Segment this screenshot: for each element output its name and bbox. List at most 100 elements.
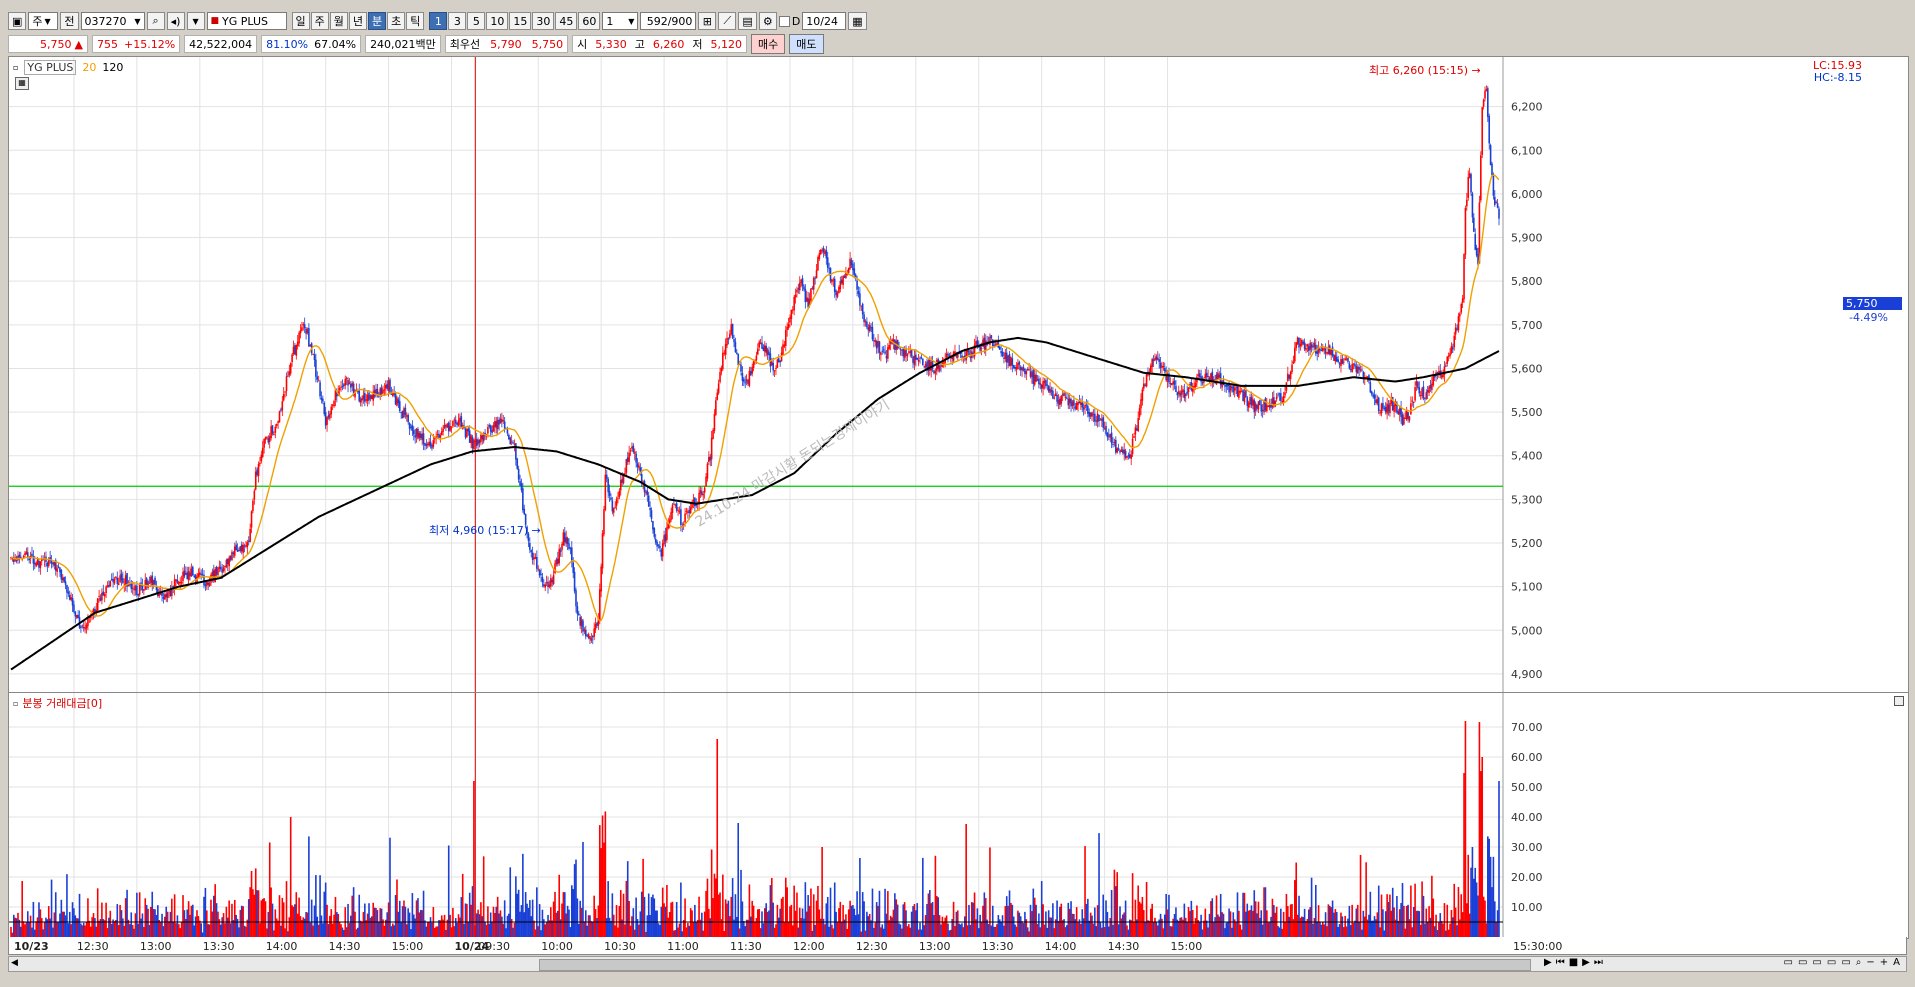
volume-bar	[663, 903, 665, 937]
window-icon[interactable]: ▭	[1827, 957, 1836, 968]
candle-body	[183, 570, 186, 577]
window-icon[interactable]: ▭	[1784, 957, 1793, 968]
interval-tab[interactable]: 30	[532, 12, 555, 30]
rewind-icon[interactable]: ⏮	[1556, 957, 1565, 968]
chevron-down-icon[interactable]: ▼	[186, 12, 205, 30]
interval-tab[interactable]: 5	[467, 12, 486, 30]
volume-bar	[1189, 911, 1191, 937]
interval-tab[interactable]: 45	[555, 12, 578, 30]
code-input[interactable]: 037270 ▼	[80, 12, 145, 30]
volume-bar	[1165, 893, 1167, 937]
fast-forward-icon[interactable]: ⏭	[1594, 957, 1603, 968]
interval-tab[interactable]: 10	[486, 12, 509, 30]
candle-body	[1474, 233, 1477, 250]
candle-body	[1316, 351, 1318, 355]
save-icon[interactable]: ▤	[738, 12, 757, 30]
candle-body	[238, 549, 240, 551]
volume-bar	[1101, 927, 1103, 937]
window-icon[interactable]: ▭	[1841, 957, 1850, 968]
candle-body	[736, 352, 738, 354]
chart-table-icon[interactable]: ▦	[15, 77, 29, 90]
period-tab[interactable]: 틱	[406, 12, 425, 30]
price-chart-panel[interactable]: 6,200 6,100 6,000 5,900 5,800 5,700 5,600 5,500…	[8, 56, 1909, 694]
volume-bar	[450, 927, 453, 937]
volume-bar	[40, 918, 43, 937]
open-label: 시	[577, 38, 588, 51]
grid-icon[interactable]: ⊞	[698, 12, 717, 30]
volume-chart[interactable]: 70.0060.0050.0040.0030.0020.0010.00	[9, 693, 1908, 938]
volume-bar	[640, 891, 643, 937]
interval-tab[interactable]: 15	[509, 12, 532, 30]
volume-bar	[752, 905, 755, 937]
count-select[interactable]: 1 ▼	[602, 12, 639, 30]
gear-icon[interactable]: ⚙	[758, 12, 777, 30]
candle-body	[305, 328, 307, 334]
volume-bar	[1049, 917, 1051, 937]
volume-bar	[706, 878, 709, 937]
sell-button[interactable]: 매도	[789, 34, 824, 54]
line-tool-icon[interactable]: ⟋	[718, 12, 737, 30]
volume-bar	[124, 898, 127, 937]
price-chart[interactable]: 6,2006,1006,0005,9005,8005,7005,6005,500…	[9, 57, 1908, 693]
candle-body	[836, 292, 839, 297]
volume-bar	[180, 921, 183, 937]
period-tab[interactable]: 월	[329, 12, 348, 30]
volume-bar	[198, 920, 201, 937]
window-icon[interactable]: ▭	[1798, 957, 1807, 968]
volume-chart-panel[interactable]: 70.00 60.00 50.00 40.00 30.00 20.00 10.00 ▫ 분봉…	[8, 692, 1909, 939]
zoom-out-icon[interactable]: −	[1866, 957, 1874, 968]
volume-bar	[67, 923, 70, 937]
period-tab[interactable]: 년	[348, 12, 368, 30]
x-tick-label: 15:30:00	[1513, 940, 1562, 953]
candle-body	[654, 538, 657, 543]
scroll-left-icon[interactable]: ◀	[11, 958, 18, 968]
prefix-button[interactable]: 전	[60, 12, 79, 30]
zoom-icon[interactable]: ⌕	[1856, 957, 1862, 968]
stock-name-field[interactable]: ■ YG PLUS	[206, 12, 287, 30]
zoom-in-icon[interactable]: +	[1880, 957, 1888, 968]
window-icon[interactable]: ▭	[1812, 957, 1821, 968]
volume-bar	[719, 892, 721, 937]
candle-body	[415, 428, 418, 437]
calendar-icon[interactable]: ▦	[848, 12, 867, 30]
volume-bar	[1321, 921, 1324, 937]
candle-body	[294, 345, 296, 355]
candle-body	[631, 446, 633, 449]
volume-bar	[825, 903, 828, 937]
scroll-right-icon[interactable]: ▶	[1544, 957, 1552, 968]
buy-button[interactable]: 매수	[751, 34, 786, 54]
layout-icon[interactable]: ▣	[8, 12, 27, 30]
period-tab[interactable]: 주	[310, 12, 329, 30]
period-type-select[interactable]: 주 ▼	[28, 12, 59, 30]
volume-bar	[480, 902, 482, 937]
chevron-down-icon: ▼	[44, 16, 51, 26]
scroll-thumb[interactable]	[539, 959, 1531, 971]
speaker-icon[interactable]: ◂)	[166, 12, 185, 30]
period-tab[interactable]: 일	[291, 12, 310, 30]
volume-bar	[1405, 905, 1408, 937]
period-tab[interactable]: 분	[368, 12, 387, 30]
volume-bar	[256, 890, 258, 937]
candle-body	[333, 400, 335, 407]
stop-icon[interactable]: ■	[1569, 957, 1578, 968]
play-icon[interactable]: ▶	[1582, 957, 1590, 968]
candle-body	[189, 572, 191, 577]
font-size-icon[interactable]: A	[1893, 957, 1900, 968]
candle-body	[689, 507, 692, 514]
interval-tab[interactable]: 3	[448, 12, 467, 30]
volume-bar	[738, 928, 741, 937]
volume-bar	[157, 905, 159, 937]
candle-body	[414, 435, 416, 438]
interval-tab[interactable]: 60	[578, 12, 601, 30]
period-tab[interactable]: 초	[387, 12, 406, 30]
date-input[interactable]: 10/24	[802, 12, 847, 30]
maximize-icon[interactable]	[1894, 696, 1904, 706]
interval-tab[interactable]: 1	[429, 12, 448, 30]
quote-change: 755 +15.12%	[92, 35, 181, 53]
volume-bar	[1096, 905, 1099, 937]
search-icon[interactable]: ⌕	[146, 12, 165, 30]
candle-body	[1328, 345, 1331, 355]
d-checkbox[interactable]	[778, 15, 790, 27]
volume-bar	[1138, 901, 1141, 937]
horizontal-scrollbar[interactable]: ◀ ▶ ⏮ ■ ▶ ⏭ ▭ ▭ ▭ ▭ ▭ ⌕ − + A	[8, 956, 1907, 972]
